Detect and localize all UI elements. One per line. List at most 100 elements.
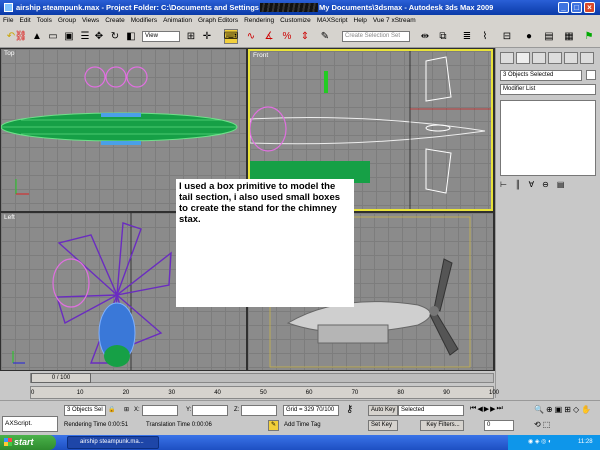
move-icon[interactable]: ✥ bbox=[92, 29, 106, 44]
modifier-stack[interactable] bbox=[500, 100, 596, 176]
menu-graph-editors[interactable]: Graph Editors bbox=[198, 17, 238, 24]
playback-controls: ⏮ ◀ ▶ ▶ ⏭ bbox=[470, 405, 530, 416]
zoom-extents-icon[interactable]: ▣ bbox=[555, 405, 563, 418]
material-editor-icon[interactable]: ● bbox=[522, 29, 536, 44]
maxscript-listener[interactable]: AXScript. bbox=[2, 416, 58, 432]
create-tab[interactable] bbox=[500, 52, 514, 64]
key-icon[interactable]: ⚷ bbox=[346, 404, 353, 415]
menu-views[interactable]: Views bbox=[82, 17, 99, 24]
lock-icon[interactable]: 🔒 bbox=[108, 406, 115, 413]
mirror-icon[interactable]: ⇹ bbox=[418, 29, 432, 44]
pan-icon[interactable]: ✋ bbox=[581, 405, 591, 418]
time-slider[interactable]: 0 / 100 bbox=[31, 373, 91, 383]
z-coordinate-field[interactable] bbox=[241, 405, 277, 416]
menu-edit[interactable]: Edit bbox=[19, 17, 30, 24]
window-crossing-icon[interactable]: ▣ bbox=[62, 29, 76, 44]
schematic-view-icon[interactable]: ⊟ bbox=[500, 29, 514, 44]
zoom-icon[interactable]: 🔍 bbox=[534, 405, 544, 418]
zoom-extents-all-icon[interactable]: ⊞ bbox=[564, 405, 571, 418]
align-icon[interactable]: ⧉ bbox=[436, 29, 450, 44]
maximize-button[interactable]: □ bbox=[571, 2, 582, 13]
menu-tools[interactable]: Tools bbox=[37, 17, 52, 24]
set-key-button[interactable]: Set Key bbox=[368, 420, 398, 431]
reference-coord-dropdown[interactable]: View bbox=[142, 31, 180, 42]
maximize-viewport-icon[interactable]: ⬚ bbox=[543, 420, 551, 433]
go-to-start-icon[interactable]: ⏮ bbox=[470, 405, 476, 416]
viewport-nav-controls: 🔍 ⊕ ▣ ⊞ ◇ ✋ ⟲ ⬚ bbox=[534, 405, 598, 433]
select-region-icon[interactable]: ▭ bbox=[46, 29, 60, 44]
modifier-list-dropdown[interactable]: Modifier List bbox=[500, 84, 596, 95]
select-by-name-icon[interactable]: ☰ bbox=[78, 29, 92, 44]
spinner-snap-icon[interactable]: ⇕ bbox=[298, 29, 312, 44]
time-slider-track[interactable]: 0 / 100 bbox=[30, 373, 494, 383]
timeline-tick-label: 0 bbox=[31, 390, 35, 396]
command-tabs bbox=[500, 52, 596, 64]
timeline-tick-label: 100 bbox=[489, 390, 500, 396]
select-link-icon[interactable]: ⛓ bbox=[14, 29, 28, 44]
menu-modifiers[interactable]: Modifiers bbox=[131, 17, 157, 24]
menu-create[interactable]: Create bbox=[105, 17, 125, 24]
hierarchy-tab[interactable] bbox=[532, 52, 546, 64]
taskbar-item-3dsmax[interactable]: airship steampunk.ma... bbox=[67, 436, 159, 449]
time-tag-icon[interactable]: ✎ bbox=[268, 420, 279, 431]
motion-tab[interactable] bbox=[548, 52, 562, 64]
timeline-ruler[interactable]: 0 10 20 30 40 50 60 70 80 90 100 bbox=[30, 386, 499, 399]
menu-vue[interactable]: Vue 7 xStream bbox=[373, 17, 416, 24]
configure-sets-icon[interactable]: ▤ bbox=[557, 180, 565, 190]
auto-key-button[interactable]: Auto Key bbox=[368, 405, 398, 416]
x-coordinate-field[interactable] bbox=[142, 405, 178, 416]
go-to-end-icon[interactable]: ⏭ bbox=[496, 405, 502, 416]
close-button[interactable]: × bbox=[584, 2, 595, 13]
quick-render-icon[interactable]: ⚑ bbox=[582, 29, 596, 44]
snap-icon[interactable]: ∿ bbox=[244, 29, 258, 44]
y-coordinate-field[interactable] bbox=[192, 405, 228, 416]
show-end-result-icon[interactable]: ║ bbox=[515, 180, 521, 190]
selection-set-field[interactable]: Create Selection Set bbox=[342, 31, 410, 42]
render-frame-icon[interactable]: ▦ bbox=[562, 29, 576, 44]
current-frame-field[interactable]: 0 bbox=[484, 420, 514, 431]
menu-rendering[interactable]: Rendering bbox=[244, 17, 274, 24]
menu-customize[interactable]: Customize bbox=[280, 17, 311, 24]
key-mode-dropdown[interactable]: Selected bbox=[398, 405, 464, 416]
edit-named-sets-icon[interactable]: ✎ bbox=[318, 29, 332, 44]
render-setup-icon[interactable]: ▤ bbox=[542, 29, 556, 44]
select-object-icon[interactable]: ▲ bbox=[30, 29, 44, 44]
main-toolbar: ↶ ⛓ ▲ ▭ ▣ ☰ ✥ ↻ ◧ View ⊞ ✛ ⌨ ∿ ∡ % ⇕ ✎ C… bbox=[0, 26, 600, 48]
zoom-all-icon[interactable]: ⊕ bbox=[546, 405, 553, 418]
make-unique-icon[interactable]: ∀ bbox=[529, 180, 534, 190]
play-icon[interactable]: ▶ bbox=[484, 405, 489, 416]
pivot-icon[interactable]: ⊞ bbox=[184, 29, 198, 44]
next-frame-icon[interactable]: ▶ bbox=[490, 405, 495, 416]
display-tab[interactable] bbox=[564, 52, 578, 64]
curve-editor-icon[interactable]: ⌇ bbox=[478, 29, 492, 44]
previous-frame-icon[interactable]: ◀ bbox=[477, 405, 482, 416]
timeline-tick-label: 70 bbox=[351, 390, 359, 396]
select-manipulate-icon[interactable]: ✛ bbox=[200, 29, 214, 44]
menu-maxscript[interactable]: MAXScript bbox=[317, 17, 348, 24]
absolute-mode-icon[interactable]: ⊞ bbox=[124, 406, 129, 413]
menu-group[interactable]: Group bbox=[58, 17, 76, 24]
modify-tab[interactable] bbox=[516, 52, 530, 64]
menu-animation[interactable]: Animation bbox=[163, 17, 192, 24]
utilities-tab[interactable] bbox=[580, 52, 594, 64]
remove-modifier-icon[interactable]: ⊖ bbox=[542, 180, 549, 190]
object-name-field[interactable]: 3 Objects Selected bbox=[500, 70, 582, 81]
menu-help[interactable]: Help bbox=[354, 17, 367, 24]
object-color-swatch[interactable] bbox=[586, 70, 596, 80]
add-time-tag[interactable]: Add Time Tag bbox=[284, 422, 321, 428]
field-of-view-icon[interactable]: ◇ bbox=[573, 405, 579, 418]
pin-stack-icon[interactable]: ⊢ bbox=[500, 180, 507, 190]
layer-manager-icon[interactable]: ≣ bbox=[460, 29, 474, 44]
start-button[interactable]: start bbox=[0, 435, 56, 450]
keyboard-shortcut-icon[interactable]: ⌨ bbox=[224, 29, 238, 44]
scale-icon[interactable]: ◧ bbox=[124, 29, 138, 44]
translation-time: Translation Time 0:00:06 bbox=[146, 422, 212, 428]
orbit-icon[interactable]: ⟲ bbox=[534, 420, 541, 433]
menu-file[interactable]: File bbox=[3, 17, 13, 24]
percent-snap-icon[interactable]: % bbox=[280, 29, 294, 44]
viewport-label-left: Left bbox=[4, 214, 15, 221]
rotate-icon[interactable]: ↻ bbox=[108, 29, 122, 44]
angle-snap-icon[interactable]: ∡ bbox=[262, 29, 276, 44]
minimize-button[interactable]: _ bbox=[558, 2, 569, 13]
key-filters-button[interactable]: Key Filters... bbox=[420, 420, 464, 431]
